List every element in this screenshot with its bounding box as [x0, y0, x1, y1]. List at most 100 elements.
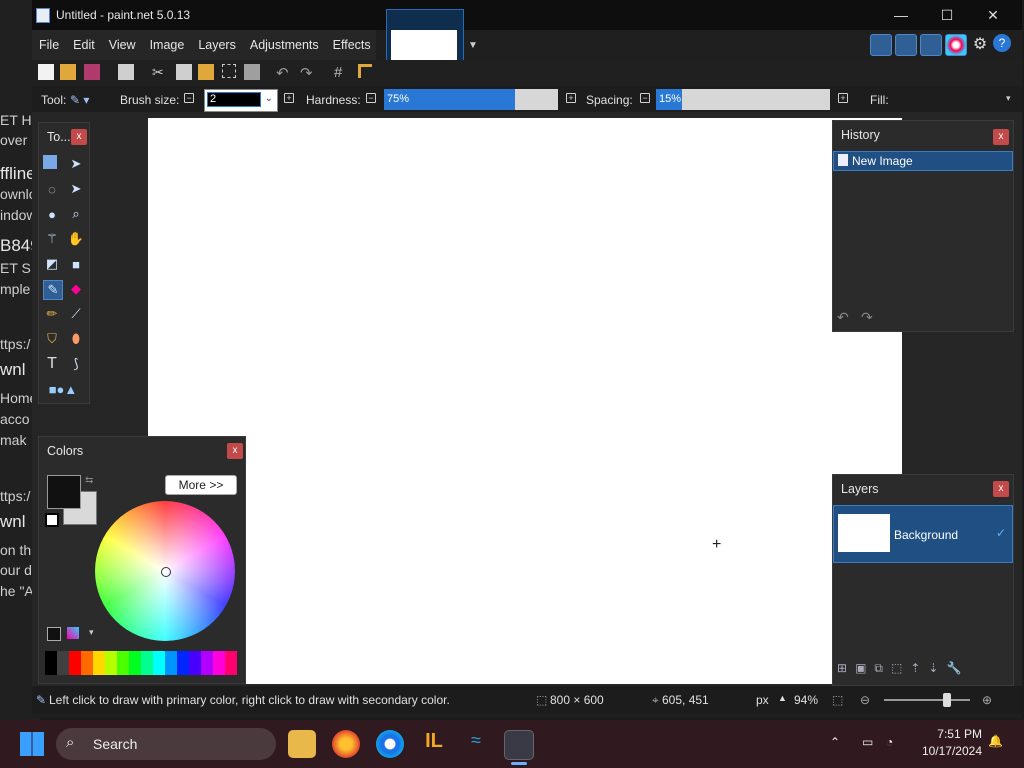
gradient-tool-icon[interactable]: ■: [67, 255, 85, 273]
tools-toggle-icon[interactable]: [870, 34, 892, 56]
zoom-in-icon[interactable]: ⊕: [982, 693, 992, 707]
new-file-icon[interactable]: [38, 64, 54, 80]
spacing-slider[interactable]: 15%: [656, 89, 830, 110]
menu-view[interactable]: View: [102, 38, 143, 52]
colors-toggle-icon[interactable]: [945, 34, 967, 56]
paintnet-taskbar-icon[interactable]: [504, 730, 534, 760]
maximize-button[interactable]: ☐: [924, 0, 970, 30]
chrome-icon[interactable]: [376, 730, 404, 758]
duplicate-layer-icon[interactable]: ⧉: [874, 661, 883, 676]
add-layer-icon[interactable]: ⊞: [837, 661, 847, 676]
palette-swatch[interactable]: [153, 651, 165, 675]
palette-swatch[interactable]: [189, 651, 201, 675]
menu-layers[interactable]: Layers: [191, 38, 243, 52]
clone-stamp-tool-icon[interactable]: ⛉: [43, 330, 61, 348]
lasso-select-tool-icon[interactable]: ◌: [43, 180, 61, 198]
pencil-tool-icon[interactable]: ✏: [43, 305, 61, 323]
volume-icon[interactable]: ◔: [886, 735, 893, 749]
rulers-icon[interactable]: [358, 64, 372, 78]
history-item[interactable]: New Image: [833, 151, 1013, 171]
notifications-bell-icon[interactable]: 🔔: [988, 734, 1003, 748]
delete-layer-icon[interactable]: ▣: [855, 661, 866, 676]
cut-icon[interactable]: ✂: [152, 64, 168, 80]
history-undo-icon[interactable]: ↶: [837, 309, 849, 326]
layers-toggle-icon[interactable]: [920, 34, 942, 56]
swap-colors-icon[interactable]: ⇆: [85, 475, 93, 486]
clock-date[interactable]: 10/17/2024: [912, 744, 982, 758]
color-wheel[interactable]: [95, 501, 235, 641]
pan-tool-icon[interactable]: ✋: [67, 230, 85, 248]
chevron-down-icon[interactable]: ⌄: [265, 93, 273, 104]
open-folder-icon[interactable]: [60, 64, 76, 80]
merge-layer-icon[interactable]: ⬚: [891, 661, 902, 676]
brush-size-field[interactable]: 2 ⌄: [204, 89, 278, 112]
menu-image[interactable]: Image: [143, 38, 192, 52]
history-panel-close-icon[interactable]: x: [993, 129, 1009, 145]
palette-swatch[interactable]: [141, 651, 153, 675]
firefox-icon[interactable]: [332, 730, 360, 758]
palette-swatch[interactable]: [105, 651, 117, 675]
palette-swatch[interactable]: [129, 651, 141, 675]
file-explorer-icon[interactable]: [288, 730, 316, 758]
print-icon[interactable]: [118, 64, 134, 80]
rectangle-select-tool-icon[interactable]: [43, 155, 57, 169]
palette-swatch[interactable]: [117, 651, 129, 675]
line-curve-tool-icon[interactable]: ⟆: [67, 355, 85, 373]
crop-icon[interactable]: [222, 64, 236, 78]
menu-adjustments[interactable]: Adjustments: [243, 38, 326, 52]
color-picker-tool-icon[interactable]: ⟋: [67, 305, 85, 323]
add-palette-color-icon[interactable]: [47, 627, 61, 641]
palette-swatch[interactable]: [177, 651, 189, 675]
shapes-tool-icon[interactable]: ■●▲: [43, 380, 83, 398]
zoom-out-icon[interactable]: ⊖: [860, 693, 870, 707]
save-icon[interactable]: [84, 64, 100, 80]
hardness-decrease-icon[interactable]: −: [366, 93, 376, 103]
zoom-to-window-icon[interactable]: ⬚: [832, 693, 843, 707]
hardness-increase-icon[interactable]: +: [566, 93, 576, 103]
copy-icon[interactable]: [176, 64, 192, 80]
history-toggle-icon[interactable]: [895, 34, 917, 56]
palette-swatch[interactable]: [201, 651, 213, 675]
menu-file[interactable]: File: [32, 38, 66, 52]
ellipse-select-tool-icon[interactable]: ●: [43, 205, 61, 223]
move-selected-tool-icon[interactable]: ➤: [67, 155, 85, 173]
grid-icon[interactable]: #: [334, 64, 350, 81]
spacing-decrease-icon[interactable]: −: [640, 93, 650, 103]
palette-swatch[interactable]: [213, 651, 225, 675]
zoom-tool-icon[interactable]: ⌕: [67, 205, 85, 223]
taskbar-search[interactable]: ⌕ Search: [56, 728, 276, 760]
app-dolphin-icon[interactable]: ≈: [462, 730, 490, 758]
settings-gear-icon[interactable]: ⚙: [970, 34, 990, 54]
brush-size-increase-icon[interactable]: +: [284, 93, 294, 103]
magic-wand-tool-icon[interactable]: ⚚: [43, 230, 61, 248]
paint-bucket-tool-icon[interactable]: ◩: [43, 255, 61, 273]
units-selector[interactable]: px: [756, 693, 769, 707]
spacing-increase-icon[interactable]: +: [838, 93, 848, 103]
palette-dropdown-icon[interactable]: ▾: [89, 627, 94, 638]
paintbrush-tool-icon[interactable]: ✎ ▾: [70, 93, 89, 107]
undo-icon[interactable]: ↶: [276, 64, 292, 82]
minimize-button[interactable]: —: [878, 0, 924, 30]
more-colors-button[interactable]: More >>: [165, 475, 237, 495]
start-windows-icon[interactable]: [20, 732, 44, 756]
layer-row[interactable]: Background ✓: [833, 505, 1013, 563]
palette-swatch[interactable]: [69, 651, 81, 675]
zoom-level[interactable]: 94%: [794, 693, 818, 707]
clock-time[interactable]: 7:51 PM: [912, 727, 982, 741]
palette-swatch[interactable]: [165, 651, 177, 675]
palette-swatch[interactable]: [225, 651, 237, 675]
image-canvas[interactable]: +: [148, 118, 902, 684]
layer-properties-icon[interactable]: 🔧: [946, 661, 961, 676]
move-selection-tool-icon[interactable]: ➤: [67, 180, 85, 198]
redo-icon[interactable]: ↷: [300, 64, 316, 82]
recolor-tool-icon[interactable]: ⬮: [67, 330, 85, 348]
display-icon[interactable]: ▭: [862, 735, 873, 749]
help-icon[interactable]: ?: [993, 34, 1011, 52]
brush-size-decrease-icon[interactable]: −: [184, 93, 194, 103]
palette-menu-icon[interactable]: [67, 627, 79, 639]
app-pen-icon[interactable]: IL: [420, 730, 448, 758]
zoom-slider-thumb[interactable]: [942, 693, 951, 707]
close-button[interactable]: ✕: [970, 0, 1016, 30]
menu-effects[interactable]: Effects: [326, 38, 378, 52]
eraser-tool-icon[interactable]: ◆: [67, 280, 85, 298]
